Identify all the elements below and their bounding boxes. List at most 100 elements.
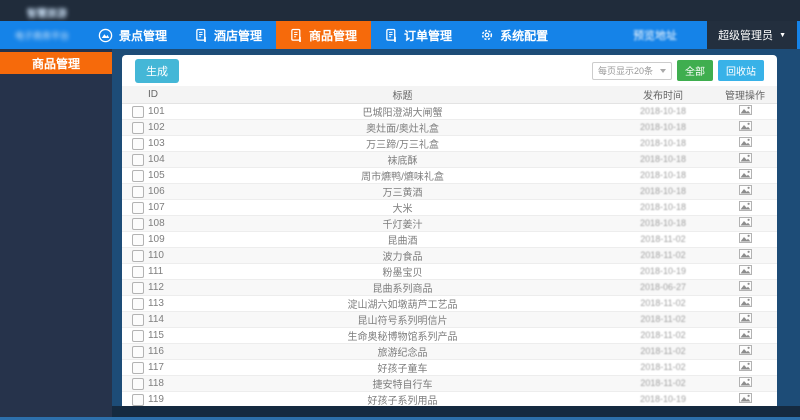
image-manage-button[interactable] — [738, 185, 752, 195]
table-row: 102 奥灶面/奥灶礼盒 2018-10-18 — [122, 120, 777, 136]
row-checkbox[interactable] — [132, 281, 144, 294]
nav-tab-label: 景点管理 — [119, 28, 168, 43]
row-checkbox[interactable] — [132, 361, 144, 374]
row-checkbox[interactable] — [132, 265, 144, 278]
row-checkbox[interactable] — [132, 249, 144, 262]
image-manage-button[interactable] — [738, 233, 752, 243]
column-header-date: 发布时间 — [643, 91, 683, 102]
column-header-title: 标题 — [392, 91, 413, 102]
page-size-select[interactable]: 每页显示20条 — [592, 61, 672, 80]
row-id: 108 — [148, 218, 165, 229]
image-manage-button[interactable] — [738, 265, 752, 275]
row-checkbox[interactable] — [132, 201, 144, 214]
row-checkbox[interactable] — [132, 153, 144, 166]
row-checkbox[interactable] — [132, 105, 144, 118]
image-manage-button[interactable] — [738, 393, 752, 403]
main-navbar: 电子商务平台 景点管理 酒店管理 商品管理 订单管理 系统配置 预览地址 超级管… — [0, 21, 800, 49]
nav-tab-products[interactable]: 商品管理 — [276, 21, 372, 49]
image-manage-button[interactable] — [738, 105, 752, 115]
row-id: 117 — [148, 362, 164, 373]
row-checkbox[interactable] — [132, 137, 144, 150]
image-icon — [738, 377, 752, 387]
row-title: 昆曲系列商品 — [372, 284, 433, 295]
row-title: 旅游纪念品 — [377, 348, 428, 359]
image-icon — [738, 169, 752, 179]
image-manage-button[interactable] — [738, 121, 752, 131]
table-row: 105 周市爊鸭/爊味礼盒 2018-10-18 — [122, 168, 777, 184]
row-publish-date: 2018-11-02 — [640, 362, 686, 372]
table-row: 111 粉墨宝贝 2018-10-19 — [122, 264, 777, 280]
building-icon — [385, 28, 398, 43]
image-manage-button[interactable] — [738, 169, 752, 179]
image-manage-button[interactable] — [738, 249, 752, 259]
row-id: 101 — [148, 106, 165, 117]
image-icon — [738, 281, 752, 291]
image-icon — [738, 329, 752, 339]
row-title: 波力食品 — [382, 252, 423, 263]
row-title: 淀山湖六如墩葫芦工艺品 — [347, 300, 458, 311]
image-manage-button[interactable] — [738, 137, 752, 147]
user-menu-label: 超级管理员 — [718, 30, 774, 42]
row-title: 万三蹄/万三礼盒 — [366, 140, 439, 151]
table-row: 101 巴城阳澄湖大闸蟹 2018-10-18 — [122, 104, 777, 120]
building-icon — [195, 28, 208, 43]
row-checkbox[interactable] — [132, 329, 144, 342]
row-id: 104 — [148, 154, 165, 165]
image-manage-button[interactable] — [738, 329, 752, 339]
image-icon — [738, 393, 752, 403]
generate-button[interactable]: 生成 — [135, 58, 179, 83]
row-checkbox[interactable] — [132, 169, 144, 182]
row-checkbox[interactable] — [132, 121, 144, 134]
row-title: 昆山符号系列明信片 — [357, 316, 448, 327]
image-icon — [738, 313, 752, 323]
image-manage-button[interactable] — [738, 345, 752, 355]
row-checkbox[interactable] — [132, 185, 144, 198]
nav-tab-scenic[interactable]: 景点管理 — [84, 21, 181, 49]
image-manage-button[interactable] — [738, 313, 752, 323]
nav-tab-orders[interactable]: 订单管理 — [371, 21, 466, 49]
nav-tab-label: 商品管理 — [309, 28, 358, 43]
row-title: 千灯姜汁 — [382, 220, 423, 231]
image-manage-button[interactable] — [738, 153, 752, 163]
nav-tab-settings[interactable]: 系统配置 — [466, 21, 562, 49]
nav-tab-hotel[interactable]: 酒店管理 — [181, 21, 276, 49]
row-checkbox[interactable] — [132, 217, 144, 230]
select-chevron-icon — [660, 68, 666, 73]
user-menu[interactable]: 超级管理员 ▼ — [707, 21, 797, 49]
sidebar-item-products[interactable]: 商品管理 — [0, 52, 112, 74]
image-icon — [738, 185, 752, 195]
image-icon — [738, 233, 752, 243]
table-row: 112 昆曲系列商品 2018-06-27 — [122, 280, 777, 296]
image-manage-button[interactable] — [738, 297, 752, 307]
image-icon — [738, 153, 752, 163]
image-manage-button[interactable] — [738, 377, 752, 387]
row-checkbox[interactable] — [132, 233, 144, 246]
row-id: 107 — [148, 202, 165, 213]
row-publish-date: 2018-11-02 — [640, 378, 686, 388]
image-icon — [738, 217, 752, 227]
image-manage-button[interactable] — [738, 217, 752, 227]
building-icon — [290, 28, 303, 43]
row-title: 捷安特自行车 — [372, 380, 433, 391]
row-publish-date: 2018-10-18 — [639, 218, 687, 228]
row-title: 好孩子系列用品 — [367, 396, 438, 407]
row-checkbox[interactable] — [132, 393, 144, 406]
row-title: 周市爊鸭/爊味礼盒 — [361, 172, 444, 183]
all-filter-button[interactable]: 全部 — [677, 60, 713, 81]
row-title: 奥灶面/奥灶礼盒 — [366, 124, 439, 135]
row-id: 119 — [148, 394, 164, 405]
row-checkbox[interactable] — [132, 313, 144, 326]
image-icon — [738, 137, 752, 147]
row-checkbox[interactable] — [132, 377, 144, 390]
row-checkbox[interactable] — [132, 345, 144, 358]
image-manage-button[interactable] — [738, 361, 752, 371]
image-manage-button[interactable] — [738, 201, 752, 211]
row-id: 103 — [148, 138, 165, 149]
recycle-bin-button[interactable]: 回收站 — [718, 60, 764, 81]
brand-logo-line1: 智慧旅游 — [27, 9, 67, 20]
table-row: 103 万三蹄/万三礼盒 2018-10-18 — [122, 136, 777, 152]
row-checkbox[interactable] — [132, 297, 144, 310]
preview-link[interactable]: 预览地址 — [633, 27, 677, 43]
chevron-down-icon: ▼ — [779, 31, 786, 39]
image-manage-button[interactable] — [738, 281, 752, 291]
